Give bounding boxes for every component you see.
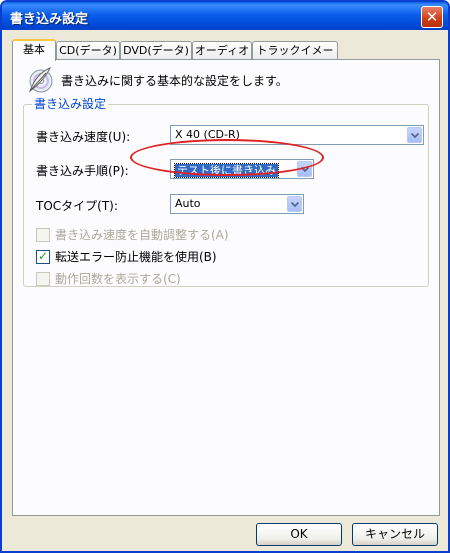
close-button[interactable]: ✕ xyxy=(421,6,443,28)
close-icon: ✕ xyxy=(425,7,439,26)
hint-text: 書き込みに関する基本的な設定をします。 xyxy=(61,74,288,88)
window-title: 書き込み設定 xyxy=(10,12,89,27)
write-method-select[interactable]: テスト後に書き込み xyxy=(170,159,314,179)
show-count-label: 動作回数を表示する(C) xyxy=(55,272,181,286)
write-speed-select[interactable]: X 40 (CD-R) xyxy=(170,125,424,145)
toc-type-select[interactable]: Auto xyxy=(170,194,304,214)
write-speed-label: 書き込み速度(U): xyxy=(36,130,131,144)
buffer-underrun-label: 転送エラー防止機能を使用(B) xyxy=(55,250,217,264)
title-bar[interactable]: 書き込み設定 ✕ xyxy=(2,2,448,30)
tab-basic[interactable]: 基本 xyxy=(12,39,56,61)
write-method-label: 書き込み手順(P): xyxy=(36,164,129,178)
chevron-down-icon[interactable] xyxy=(407,127,422,143)
settings-dialog: 書き込み設定 ✕ 基本 CD(データ) DVD(データ) オーディオ トラックイ… xyxy=(0,0,450,553)
write-settings-group: 書き込み設定 書き込み速度(U): X 40 (CD-R) 書き込み手順(P):… xyxy=(23,97,429,287)
toc-type-label: TOCタイプ(T): xyxy=(36,199,118,213)
toc-type-value: Auto xyxy=(175,197,201,210)
ok-button[interactable]: OK xyxy=(256,523,342,546)
show-count-checkbox[interactable] xyxy=(36,272,50,286)
chevron-down-icon[interactable] xyxy=(297,161,312,177)
tab-dvd-data[interactable]: DVD(データ) xyxy=(120,41,192,59)
group-title: 書き込み設定 xyxy=(32,97,109,111)
tab-cd-data[interactable]: CD(データ) xyxy=(56,41,120,59)
cancel-button[interactable]: キャンセル xyxy=(352,523,438,546)
write-speed-value: X 40 (CD-R) xyxy=(175,128,240,141)
tab-track-image[interactable]: トラックイメージ xyxy=(252,41,338,74)
auto-speed-checkbox[interactable] xyxy=(36,228,50,242)
tab-panel-basic: 書き込みに関する基本的な設定をします。 書き込み設定 書き込み速度(U): X … xyxy=(12,59,440,516)
write-method-value: テスト後に書き込み xyxy=(174,163,279,178)
check-icon: ✓ xyxy=(38,249,49,263)
auto-speed-label: 書き込み速度を自動調整する(A) xyxy=(55,228,229,242)
chevron-down-icon[interactable] xyxy=(287,196,302,212)
disc-feather-icon xyxy=(28,67,53,93)
tab-audio[interactable]: オーディオ xyxy=(192,41,252,59)
buffer-underrun-checkbox[interactable]: ✓ xyxy=(36,250,50,264)
